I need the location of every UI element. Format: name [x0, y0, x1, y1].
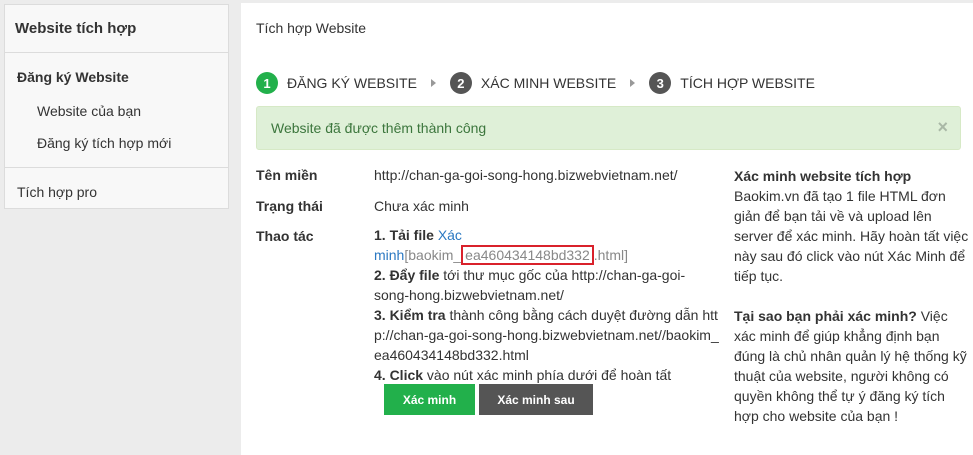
instruction-step-4: 4. Click vào nút xác minh phía dưới để h… — [374, 365, 719, 385]
domain-value: http://chan-ga-goi-song-hong.bizwebvietn… — [374, 167, 678, 183]
verify-button[interactable]: Xác minh — [384, 384, 475, 415]
step-indicator: 1 ĐĂNG KÝ WEBSITE 2 XÁC MINH WEBSITE 3 T… — [256, 71, 815, 95]
step-2: 2 XÁC MINH WEBSITE — [449, 72, 617, 94]
info-heading-1: Xác minh website tích hợp — [734, 168, 912, 184]
step-2-label: XÁC MINH WEBSITE — [480, 75, 617, 91]
info-text-1: Baokim.vn đã tạo 1 file HTML đơn giản để… — [734, 188, 969, 284]
chevron-right-icon — [430, 79, 436, 87]
sidebar: Website tích hợp Đăng ký Website Website… — [4, 4, 229, 209]
alert-message: Website đã được thêm thành công — [271, 120, 487, 136]
sidebar-item-pro[interactable]: Tích hợp pro — [5, 168, 228, 200]
step-1: 1 ĐĂNG KÝ WEBSITE — [256, 72, 417, 94]
file-name-close: .html] — [593, 247, 628, 263]
step-3-label: TÍCH HỢP WEBSITE — [680, 75, 815, 91]
info-heading-2: Tại sao bạn phải xác minh? — [734, 308, 917, 324]
success-alert: Website đã được thêm thành công × — [256, 106, 961, 150]
main-panel: Tích hợp Website 1 ĐĂNG KÝ WEBSITE 2 XÁC… — [241, 3, 973, 455]
instructions: 1. Tải file Xác minh[baokim_ ea460434148b… — [374, 225, 719, 385]
file-name-open: [baokim_ — [404, 247, 462, 263]
step-3-bold: 3. Kiểm tra — [374, 307, 446, 323]
step-1-number: 1 — [256, 72, 278, 94]
sidebar-item-your-website[interactable]: Website của bạn — [5, 95, 228, 127]
page-title: Tích hợp Website — [256, 20, 367, 36]
chevron-right-icon — [630, 79, 636, 87]
sidebar-group-title[interactable]: Đăng ký Website — [5, 69, 228, 95]
info-text-2: Việc xác minh để giúp khẳng định bạn đún… — [734, 308, 967, 424]
step-1-bold: 1. Tải file — [374, 227, 434, 243]
instruction-step-2: 2. Đẩy file tới thư mục gốc của http://c… — [374, 265, 719, 305]
info-panel: Xác minh website tích hợp Baokim.vn đã t… — [734, 166, 970, 446]
instruction-step-3: 3. Kiểm tra thành công bằng cách duyệt đ… — [374, 305, 719, 365]
sidebar-item-register-new[interactable]: Đăng ký tích hợp mới — [5, 127, 228, 159]
step-3: 3 TÍCH HỢP WEBSITE — [649, 72, 815, 94]
action-label: Thao tác — [256, 228, 314, 244]
verify-later-button[interactable]: Xác minh sau — [479, 384, 593, 415]
sidebar-title: Website tích hợp — [5, 5, 228, 53]
step-2-number: 2 — [449, 72, 472, 94]
file-hash-highlight: ea460434148bd332 — [461, 245, 594, 265]
step-4-bold: 4. Click — [374, 367, 424, 383]
info-section-1: Xác minh website tích hợp Baokim.vn đã t… — [734, 166, 970, 286]
instruction-step-1: 1. Tải file Xác minh[baokim_ ea460434148b… — [374, 225, 719, 265]
step-4-text: vào nút xác minh phía dưới để hoàn tất — [423, 367, 672, 383]
sidebar-group: Đăng ký Website Website của bạn Đăng ký … — [5, 53, 228, 168]
step-3-number: 3 — [649, 72, 672, 94]
info-section-2: Tại sao bạn phải xác minh? Việc xác minh… — [734, 306, 970, 426]
status-value: Chưa xác minh — [374, 198, 469, 214]
step-2-bold: 2. Đẩy file — [374, 267, 440, 283]
close-icon[interactable]: × — [937, 117, 948, 138]
domain-label: Tên miền — [256, 167, 318, 183]
step-1-label: ĐĂNG KÝ WEBSITE — [287, 75, 417, 91]
status-label: Trạng thái — [256, 198, 323, 214]
